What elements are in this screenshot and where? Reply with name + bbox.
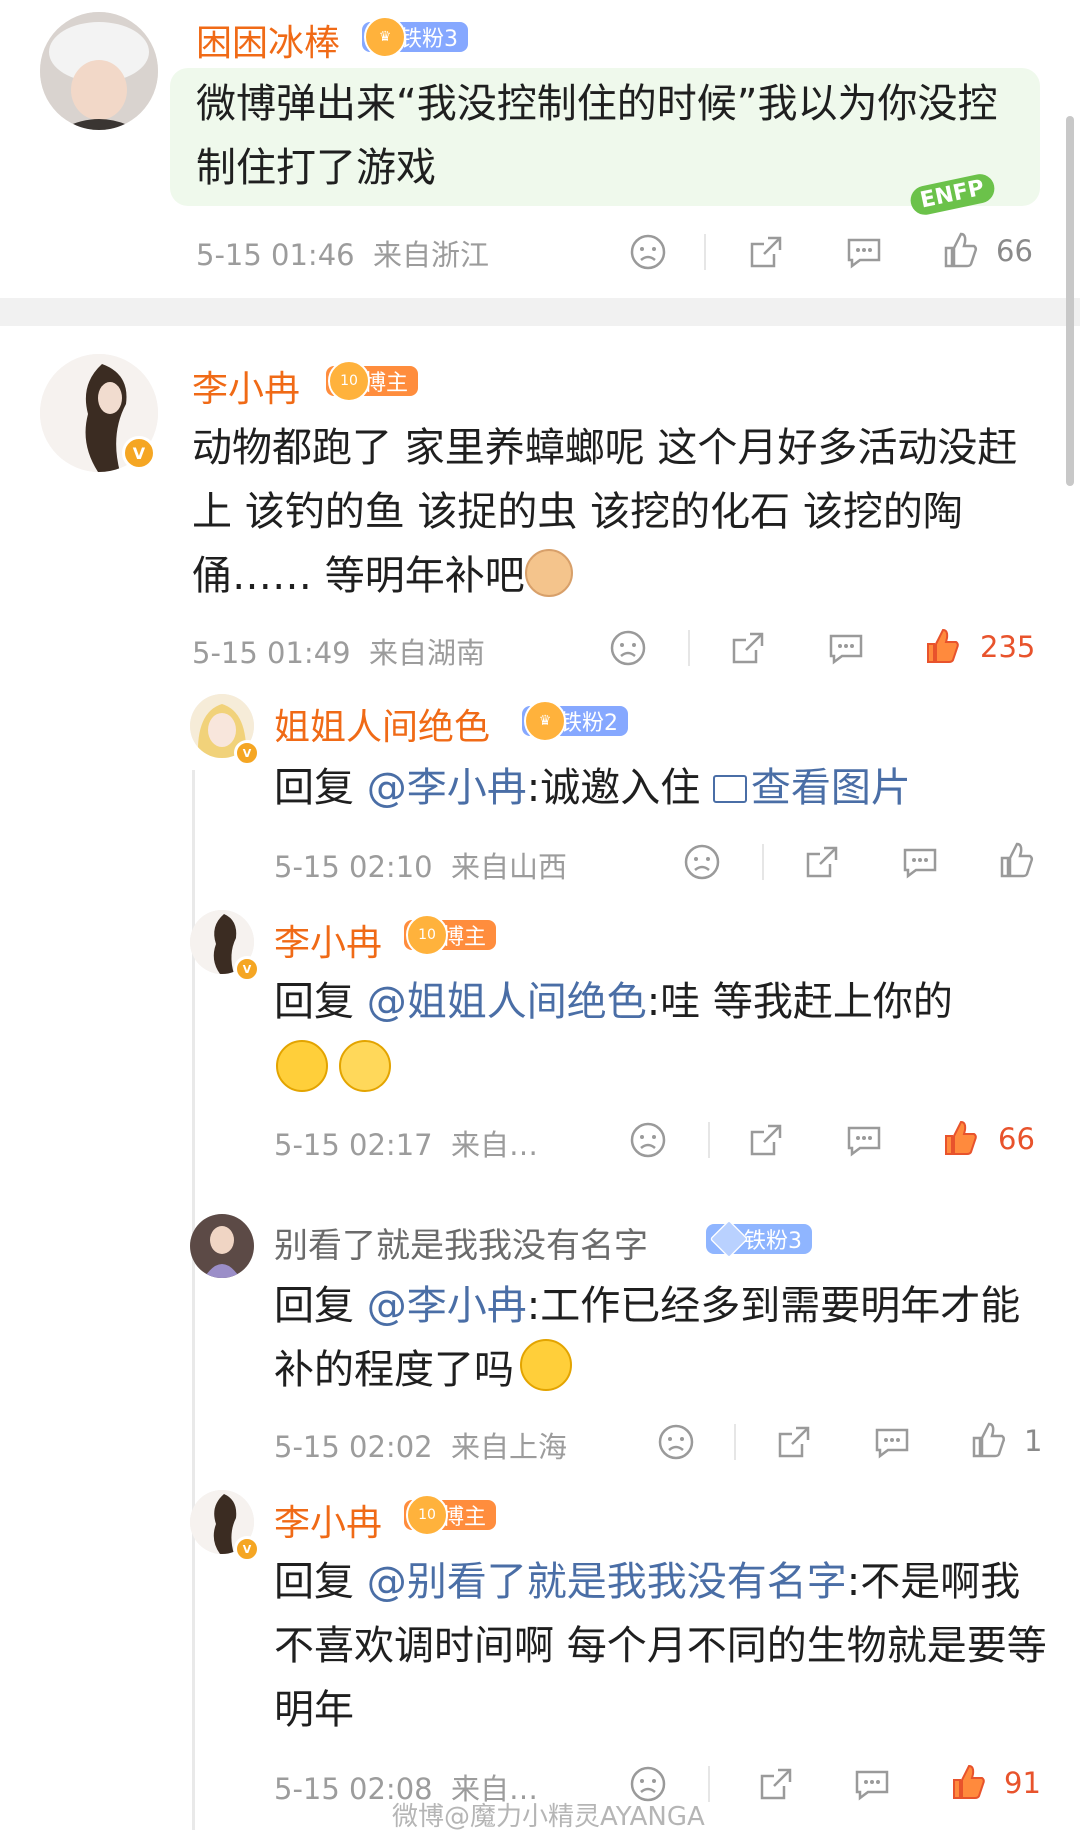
username[interactable]: 李小冉: [274, 914, 382, 966]
share-icon[interactable]: [802, 842, 842, 882]
badge-label: 铁粉2: [560, 711, 618, 736]
fan-badge: ♛ 铁粉3: [362, 16, 468, 58]
dislike-icon[interactable]: [628, 1120, 668, 1160]
section-divider: [0, 298, 1080, 326]
divider: [708, 1766, 710, 1802]
divider: [734, 1424, 736, 1460]
mention-link[interactable]: @姐姐人间绝色: [367, 979, 647, 1025]
diamond-icon: [709, 1219, 749, 1259]
liked-icon[interactable]: [948, 1762, 988, 1802]
avatar[interactable]: [190, 1214, 254, 1278]
share-icon[interactable]: [746, 1120, 786, 1160]
like-count: 66: [998, 1122, 1035, 1156]
username[interactable]: 姐姐人间绝色: [274, 698, 490, 750]
like-count: 91: [1004, 1766, 1041, 1800]
comment-icon[interactable]: [826, 628, 866, 668]
username[interactable]: 别看了就是我我没有名字: [274, 1218, 648, 1267]
cool-sunglasses-emoji-icon: [276, 1040, 328, 1092]
image-icon: [712, 775, 747, 803]
reply-meta: 5-15 02:17 来自…: [274, 1128, 539, 1162]
crown-icon: ♛: [364, 16, 406, 58]
avatar[interactable]: [40, 12, 158, 130]
crown-icon: ♛: [524, 700, 566, 742]
verified-icon: V: [234, 740, 260, 766]
liked-icon[interactable]: [940, 1118, 980, 1158]
like-icon[interactable]: [996, 840, 1036, 880]
like-count: 1: [1024, 1424, 1043, 1458]
reply-text: 回复 @别看了就是我我没有名字:不是啊我不喜欢调时间啊 每个月不同的生物就是要等…: [274, 1559, 1047, 1733]
badge-label: 铁粉3: [744, 1229, 802, 1254]
scrollbar-thumb[interactable]: [1066, 116, 1074, 486]
fan-badge: ♛ 铁粉2: [522, 700, 628, 742]
reply-text: 回复 @李小冉:工作已经多到需要明年才能补的程度了吗: [274, 1283, 1021, 1393]
crown-icon: 10: [328, 360, 370, 402]
mention-link[interactable]: @李小冉: [367, 765, 527, 811]
verified-icon: V: [122, 436, 156, 470]
crown-icon: 10: [406, 914, 448, 956]
divider: [704, 234, 706, 270]
comment-icon[interactable]: [900, 842, 940, 882]
badge-label: 博主: [442, 925, 487, 950]
like-count: 235: [980, 630, 1036, 664]
share-icon[interactable]: [728, 628, 768, 668]
blogger-badge: 10 博主: [404, 914, 497, 956]
comment-icon[interactable]: [844, 232, 884, 272]
view-image-link[interactable]: 查看图片: [712, 765, 911, 811]
mention-link[interactable]: @别看了就是我我没有名字: [367, 1559, 847, 1605]
emoji-row: [276, 1040, 397, 1092]
dislike-icon[interactable]: [628, 232, 668, 272]
thinking-emoji-icon: [339, 1040, 392, 1092]
comment-text: 动物都跑了 家里养蟑螂呢 这个月好多活动没赶上 该钓的鱼 该捉的虫 该挖的化石 …: [192, 425, 1018, 599]
comment-meta: 5-15 01:46 来自浙江: [196, 238, 490, 272]
dislike-icon[interactable]: [656, 1422, 696, 1462]
blogger-badge: 10 博主: [404, 1494, 497, 1536]
reply-meta: 5-15 02:10 来自山西: [274, 850, 568, 884]
comment-icon[interactable]: [872, 1422, 912, 1462]
crown-icon: 10: [406, 1494, 448, 1536]
share-icon[interactable]: [746, 232, 786, 272]
comment-icon[interactable]: [844, 1120, 884, 1160]
blogger-badge: 10 博主: [326, 360, 419, 402]
reply-text: 回复 @李小冉:诚邀入住 查看图片: [274, 765, 911, 811]
like-icon[interactable]: [968, 1420, 1008, 1460]
verified-icon: V: [234, 956, 260, 982]
divider: [762, 844, 764, 880]
divider: [688, 630, 690, 666]
username[interactable]: 李小冉: [192, 360, 300, 412]
mention-link[interactable]: @李小冉: [367, 1283, 527, 1329]
comment-icon[interactable]: [852, 1764, 892, 1804]
pleading-emoji-icon: [520, 1339, 572, 1391]
verified-icon: V: [234, 1536, 260, 1562]
cat-emoji-icon: [524, 549, 573, 597]
like-icon[interactable]: [940, 230, 980, 270]
like-count: 66: [996, 234, 1033, 268]
share-icon[interactable]: [756, 1764, 796, 1804]
dislike-icon[interactable]: [682, 842, 722, 882]
share-icon[interactable]: [774, 1422, 814, 1462]
reply-text: 回复 @姐姐人间绝色:哇 等我赶上你的: [274, 979, 953, 1025]
liked-icon[interactable]: [922, 626, 962, 666]
badge-label: 博主: [364, 371, 409, 396]
badge-label: 博主: [442, 1505, 487, 1530]
fan-badge: 铁粉3: [706, 1219, 812, 1259]
comment-text: 微博弹出来“我没控制住的时候”我以为你没控制住打了游戏: [196, 81, 998, 191]
username[interactable]: 李小冉: [274, 1494, 382, 1546]
comment-meta: 5-15 01:49 来自湖南: [192, 636, 486, 670]
badge-label: 铁粉3: [400, 27, 458, 52]
reply-meta: 5-15 02:02 来自上海: [274, 1430, 568, 1464]
watermark: 微博@魔力小精灵AYANGA: [392, 1802, 705, 1832]
dislike-icon[interactable]: [608, 628, 648, 668]
username[interactable]: 困困冰棒: [196, 14, 340, 66]
divider: [708, 1122, 710, 1158]
